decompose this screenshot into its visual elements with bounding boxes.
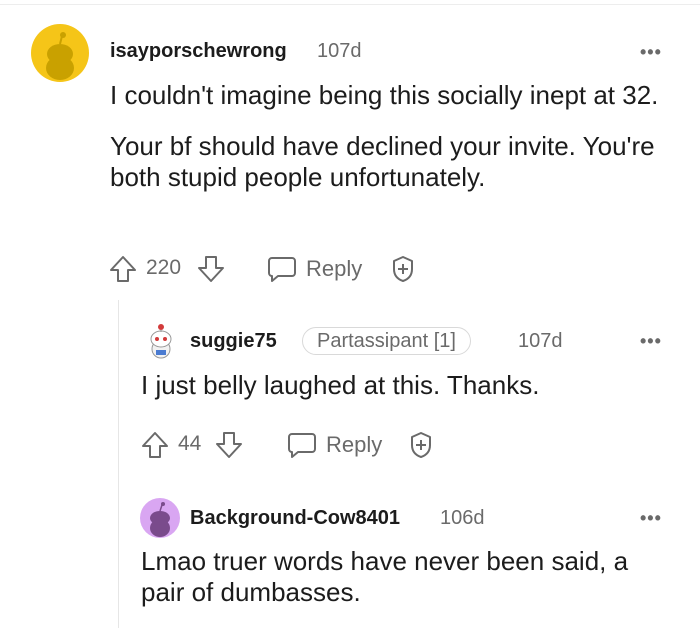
award-icon[interactable] — [388, 254, 418, 284]
comment-paragraph: I couldn't imagine being this socially i… — [110, 80, 659, 110]
chat-bubble-icon — [288, 433, 316, 458]
chat-bubble-icon — [268, 257, 296, 282]
more-options-icon[interactable]: ••• — [640, 332, 662, 350]
username[interactable]: suggie75 — [190, 330, 277, 353]
reply-label: Reply — [326, 432, 383, 457]
username[interactable]: Background-Cow8401 — [190, 507, 400, 530]
avatar[interactable] — [140, 498, 180, 538]
comment-body: I just belly laughed at this. Thanks. — [141, 370, 681, 401]
thread-line — [118, 300, 119, 628]
vote-score: 44 — [178, 432, 202, 455]
reply-button[interactable]: Reply — [286, 430, 382, 460]
comment-paragraph: Lmao truer words have never been said, a… — [141, 546, 629, 607]
comment-age: 107d — [317, 40, 362, 62]
username[interactable]: isayporschewrong — [110, 40, 287, 63]
avatar[interactable] — [142, 322, 180, 360]
downvote-icon[interactable] — [214, 430, 244, 460]
comment-body: Lmao truer words have never been said, a… — [141, 546, 661, 608]
comment-actions: 44 Reply — [140, 430, 450, 460]
comment-actions: 220 Reply — [108, 254, 428, 284]
reply-label: Reply — [306, 256, 363, 281]
snoo-avatar-icon — [150, 502, 170, 537]
snoo-avatar-icon — [46, 32, 74, 80]
upvote-icon[interactable] — [140, 430, 170, 460]
comment-age: 107d — [518, 330, 563, 352]
comment-body: I couldn't imagine being this socially i… — [110, 80, 670, 193]
award-icon[interactable] — [406, 430, 436, 460]
comment-paragraph: Your bf should have declined your invite… — [110, 131, 655, 192]
downvote-icon[interactable] — [196, 254, 226, 284]
vote-score: 220 — [146, 256, 182, 279]
avatar[interactable] — [31, 24, 89, 82]
upvote-icon[interactable] — [108, 254, 138, 284]
top-divider — [0, 4, 700, 5]
snoo-avatar-icon — [150, 324, 172, 359]
reply-button[interactable]: Reply — [266, 254, 362, 284]
comment-age: 106d — [440, 507, 485, 529]
more-options-icon[interactable]: ••• — [640, 43, 662, 61]
user-flair: Partassipant [1] — [302, 327, 471, 355]
more-options-icon[interactable]: ••• — [640, 509, 662, 527]
comment-paragraph: I just belly laughed at this. Thanks. — [141, 370, 540, 400]
